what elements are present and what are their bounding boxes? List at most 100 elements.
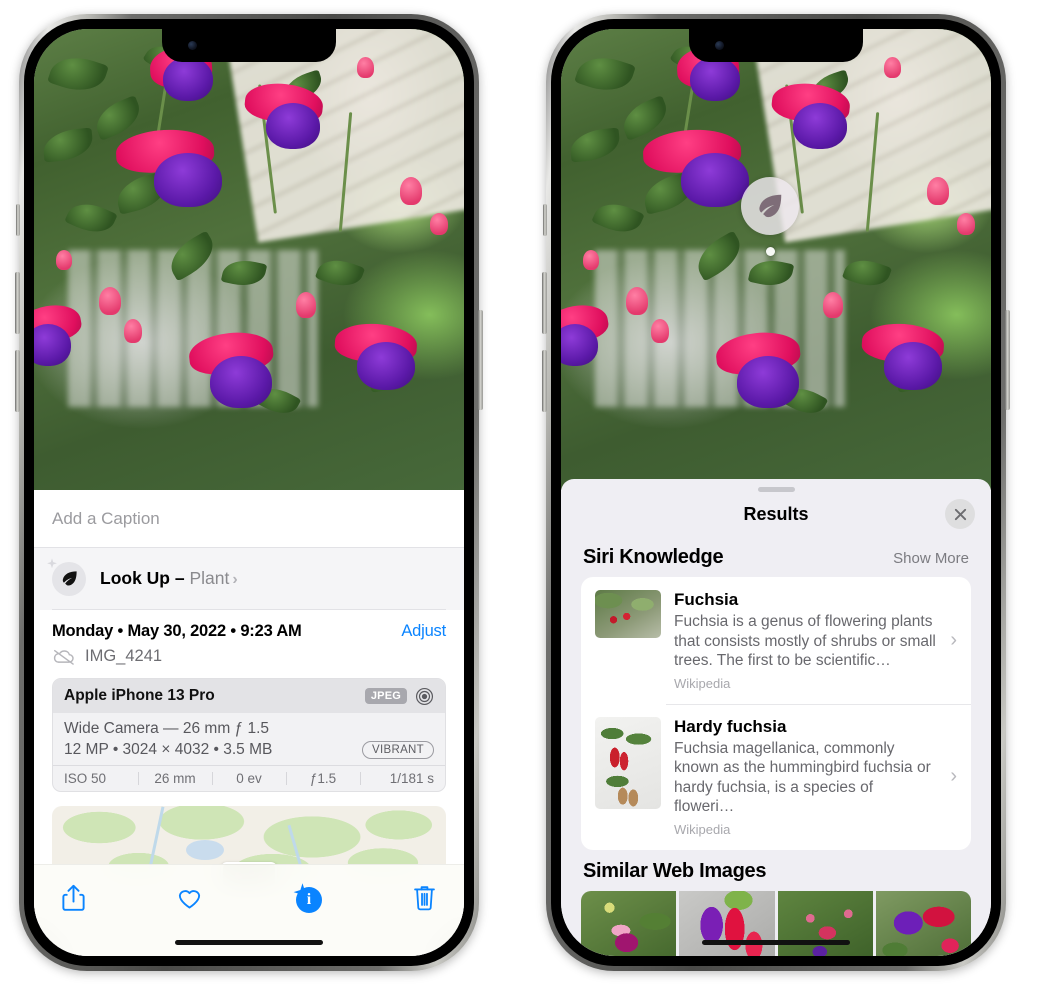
siri-knowledge-header: Siri Knowledge Show More	[561, 536, 991, 577]
look-up-plant-row[interactable]: Look Up – Plant ›	[47, 548, 446, 610]
volume-down-button[interactable]	[15, 350, 20, 412]
flower-bud	[926, 176, 949, 205]
close-button[interactable]	[945, 499, 975, 529]
photo-viewer[interactable]	[561, 29, 991, 490]
result-title: Fuchsia	[674, 590, 739, 609]
adjust-button[interactable]: Adjust	[401, 622, 446, 641]
porch-railing	[68, 250, 318, 407]
flower-bud	[956, 213, 975, 236]
flower-corolla	[793, 102, 848, 149]
trash-icon	[414, 886, 435, 911]
home-indicator[interactable]	[702, 940, 850, 945]
volume-up-button[interactable]	[542, 272, 547, 334]
similar-image-2[interactable]	[679, 890, 775, 956]
look-up-label: Look Up – Plant ›	[100, 568, 238, 589]
flower-corolla	[690, 56, 740, 101]
sheet-header: Results	[561, 492, 991, 536]
volume-down-button[interactable]	[542, 350, 547, 412]
result-thumbnail	[595, 590, 661, 638]
photo-viewer[interactable]	[34, 29, 464, 490]
flower-corolla	[883, 342, 942, 391]
flower-bud	[399, 176, 422, 205]
right-phone-device: Results Siri Knowledge Show More Fuchsia…	[542, 14, 1010, 971]
chevron-right-icon: ›	[232, 571, 238, 588]
flower-bud	[582, 250, 599, 271]
flower-corolla	[737, 356, 800, 409]
lens-icon	[415, 687, 434, 705]
device-name: Apple iPhone 13 Pro	[64, 687, 215, 704]
leaf-icon	[62, 571, 77, 586]
result-source: Wikipedia	[674, 675, 731, 691]
home-indicator[interactable]	[175, 940, 323, 945]
exif-iso: ISO 50	[64, 771, 107, 786]
image-specs: 12 MP • 3024 × 4032 • 3.5 MB	[64, 741, 273, 758]
leaf-icon	[759, 194, 782, 218]
heart-icon	[178, 890, 201, 909]
sparkle-icon	[47, 557, 57, 568]
flower-bud	[823, 291, 844, 318]
similar-image-1[interactable]	[581, 890, 677, 956]
show-more-button[interactable]: Show More	[893, 550, 969, 567]
result-title: Hardy fuchsia	[674, 716, 787, 736]
screenshot-stage: Add a Caption Look Up – Plant › Monday •…	[0, 0, 1055, 985]
flower-corolla	[266, 102, 321, 149]
exif-header-badges: JPEG	[364, 687, 434, 706]
volume-up-button[interactable]	[15, 272, 20, 334]
lookup-section: Look Up – Plant ›	[34, 548, 464, 610]
info-button[interactable]: i	[292, 883, 322, 913]
flower-corolla	[356, 342, 415, 391]
flower-corolla	[154, 153, 223, 208]
sheet-title: Results	[743, 503, 809, 524]
result-source: Wikipedia	[674, 821, 731, 837]
flower-bud	[98, 287, 121, 316]
flower-bud	[356, 56, 374, 78]
cloud-slash-icon	[53, 649, 74, 665]
exif-card[interactable]: Apple iPhone 13 Pro JPEG Wide Camera — 2…	[52, 678, 446, 792]
similar-image-4[interactable]	[875, 890, 971, 956]
result-description: Fuchsia is a genus of flowering plants t…	[674, 613, 936, 670]
share-icon	[62, 884, 85, 911]
lookup-prefix: Look Up –	[100, 568, 190, 588]
left-phone-bezel: Add a Caption Look Up – Plant › Monday •…	[24, 19, 474, 966]
plant-subject-badge[interactable]	[741, 177, 799, 235]
left-phone-device: Add a Caption Look Up – Plant › Monday •…	[15, 14, 483, 971]
photo-info-panel: Add a Caption Look Up – Plant › Monday •…	[34, 490, 464, 956]
flower-bud	[651, 319, 670, 344]
info-circle-icon: i	[296, 887, 322, 913]
porch-railing	[595, 250, 845, 407]
exif-aperture: ƒ1.5	[286, 771, 360, 786]
exif-header: Apple iPhone 13 Pro JPEG	[53, 679, 445, 713]
datetime-row: Monday • May 30, 2022 • 9:23 AM Adjust	[52, 622, 446, 641]
knowledge-result-row[interactable]: Fuchsia Fuchsia is a genus of flowering …	[581, 577, 971, 704]
exif-settings-row: ISO 50 26 mm 0 ev ƒ1.5 1/181 s	[53, 765, 445, 791]
similar-image-3[interactable]	[777, 890, 873, 956]
power-button[interactable]	[478, 310, 483, 410]
flower-bud	[883, 56, 901, 78]
right-phone-bezel: Results Siri Knowledge Show More Fuchsia…	[551, 19, 1001, 966]
power-button[interactable]	[1005, 310, 1010, 410]
silent-switch[interactable]	[16, 204, 20, 236]
photo-filename: IMG_4241	[85, 647, 163, 665]
exif-focal: 26 mm	[138, 771, 212, 786]
result-text: Hardy fuchsia Fuchsia magellanica, commo…	[674, 717, 937, 837]
knowledge-result-row[interactable]: Hardy fuchsia Fuchsia magellanica, commo…	[581, 703, 971, 850]
result-thumbnail	[595, 716, 661, 809]
lookup-icon-wrap	[47, 557, 86, 596]
share-button[interactable]	[60, 883, 87, 913]
left-phone-screen: Add a Caption Look Up – Plant › Monday •…	[34, 29, 464, 956]
photographic-style-badge: VIBRANT	[362, 741, 434, 759]
file-format-badge: JPEG	[364, 688, 407, 704]
delete-button[interactable]	[411, 883, 438, 913]
favorite-button[interactable]	[176, 883, 203, 913]
caption-placeholder: Add a Caption	[52, 508, 160, 528]
silent-switch[interactable]	[543, 204, 547, 236]
filename-row: IMG_4241	[52, 647, 446, 666]
notch	[689, 29, 863, 62]
exif-shutter: 1/181 s	[360, 771, 437, 786]
flower-corolla	[210, 356, 273, 409]
caption-field[interactable]: Add a Caption	[34, 490, 464, 548]
flower-bud	[625, 287, 648, 316]
visual-lookup-results-sheet: Results Siri Knowledge Show More Fuchsia…	[561, 479, 991, 956]
exif-specs-row: 12 MP • 3024 × 4032 • 3.5 MB VIBRANT	[64, 741, 434, 759]
flower-corolla	[681, 153, 750, 208]
